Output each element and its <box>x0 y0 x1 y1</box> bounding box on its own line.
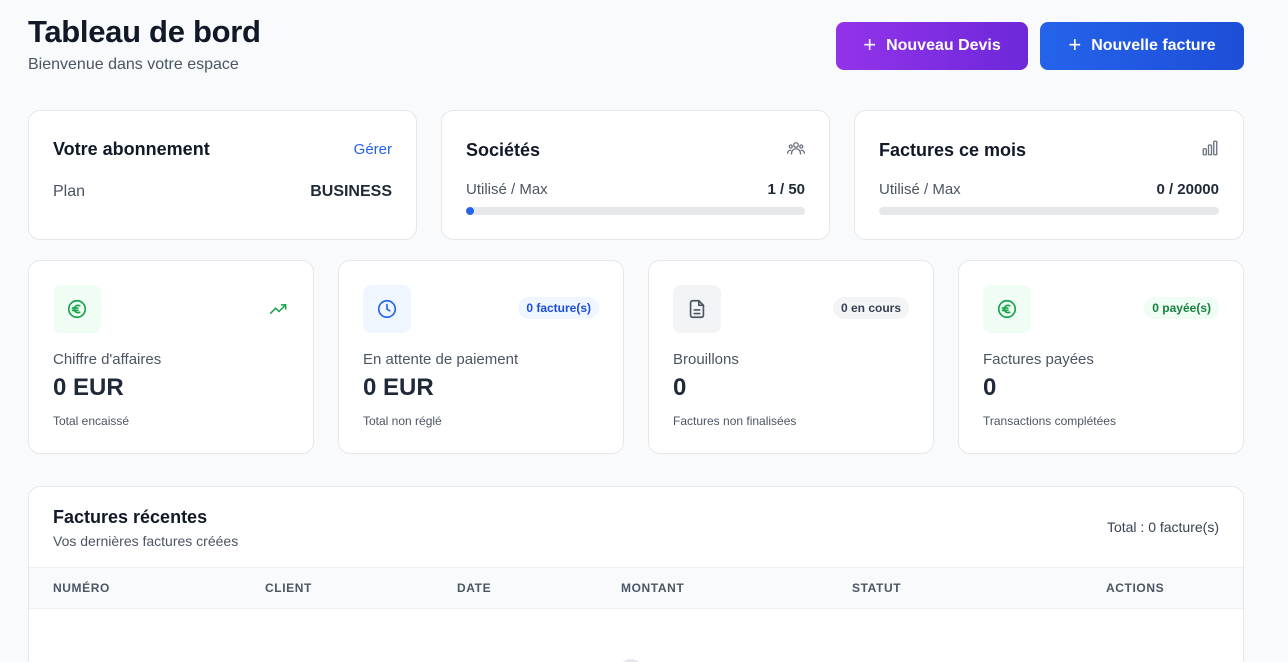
pending-note: Total non réglé <box>363 414 442 428</box>
companies-progress-fill <box>466 207 475 215</box>
drafts-badge: 0 en cours <box>832 297 909 319</box>
recent-invoices-subtitle: Vos dernières factures créées <box>53 533 239 549</box>
column-header-number[interactable]: NUMÉRO <box>53 581 110 595</box>
paid-note: Transactions complétées <box>983 414 1116 428</box>
drafts-label: Brouillons <box>673 351 739 368</box>
companies-progress-bar <box>466 207 805 215</box>
paid-stat-card: 0 payée(s) Factures payées 0 Transaction… <box>958 260 1244 454</box>
column-header-amount[interactable]: MONTANT <box>621 581 684 595</box>
companies-usage-value: 1 / 50 <box>767 181 805 198</box>
pending-label: En attente de paiement <box>363 351 519 368</box>
page-header: Tableau de bord Bienvenue dans votre esp… <box>28 14 1244 74</box>
paid-value: 0 <box>983 374 997 401</box>
recent-invoices-card: Factures récentes Vos dernières factures… <box>28 486 1244 662</box>
plan-value: BUSINESS <box>310 183 392 200</box>
pending-badge: 0 facture(s) <box>518 297 599 319</box>
drafts-note: Factures non finalisées <box>673 414 797 428</box>
column-header-actions: ACTIONS <box>1106 581 1165 595</box>
drafts-stat-card: 0 en cours Brouillons 0 Factures non fin… <box>648 260 934 454</box>
monthly-invoices-card: Factures ce mois Utilisé / Max 0 / 20000 <box>854 110 1244 240</box>
column-header-date[interactable]: DATE <box>457 581 491 595</box>
monthly-invoices-usage-label: Utilisé / Max <box>879 181 961 198</box>
paid-label: Factures payées <box>983 351 1094 368</box>
drafts-value: 0 <box>673 374 687 401</box>
new-quote-label: Nouveau Devis <box>886 37 1001 54</box>
users-icon <box>787 139 805 162</box>
subscription-title: Votre abonnement <box>53 139 210 159</box>
new-invoice-label: Nouvelle facture <box>1091 37 1216 54</box>
manage-subscription-link[interactable]: Gérer <box>354 141 392 158</box>
column-header-client[interactable]: CLIENT <box>265 581 312 595</box>
companies-usage-label: Utilisé / Max <box>466 181 548 198</box>
plus-icon: + <box>863 32 877 57</box>
pending-value: 0 EUR <box>363 374 434 401</box>
euro-icon <box>983 285 1031 333</box>
revenue-label: Chiffre d'affaires <box>53 351 162 368</box>
clock-icon <box>363 285 411 333</box>
plan-label: Plan <box>53 183 86 200</box>
pending-stat-card: 0 facture(s) En attente de paiement 0 EU… <box>338 260 624 454</box>
header-actions: + Nouveau Devis + Nouvelle facture <box>836 22 1244 70</box>
subscription-card: Votre abonnement Gérer Plan BUSINESS <box>28 110 417 240</box>
companies-title: Sociétés <box>466 140 541 160</box>
revenue-value: 0 EUR <box>53 374 124 401</box>
revenue-note: Total encaissé <box>53 414 130 428</box>
new-quote-button[interactable]: + Nouveau Devis <box>836 22 1028 70</box>
plus-icon: + <box>1068 32 1082 57</box>
revenue-stat-card: Chiffre d'affaires 0 EUR Total encaissé <box>28 260 314 454</box>
trending-up-icon <box>269 301 289 322</box>
recent-invoices-total: Total : 0 facture(s) <box>1106 519 1219 535</box>
file-text-icon <box>673 285 721 333</box>
new-invoice-button[interactable]: + Nouvelle facture <box>1040 22 1244 70</box>
monthly-invoices-title: Factures ce mois <box>879 140 1027 160</box>
table-header: NUMÉRO CLIENT DATE MONTANT STATUT ACTION… <box>29 567 1243 609</box>
column-header-status[interactable]: STATUT <box>852 581 901 595</box>
euro-icon <box>53 285 101 333</box>
companies-card: Sociétés Utilisé / Max 1 / 50 <box>441 110 830 240</box>
bar-chart-icon <box>1201 139 1219 162</box>
recent-invoices-title: Factures récentes <box>53 507 208 527</box>
paid-badge: 0 payée(s) <box>1144 297 1219 319</box>
monthly-invoices-progress-bar <box>879 207 1219 215</box>
monthly-invoices-usage-value: 0 / 20000 <box>1156 181 1219 198</box>
